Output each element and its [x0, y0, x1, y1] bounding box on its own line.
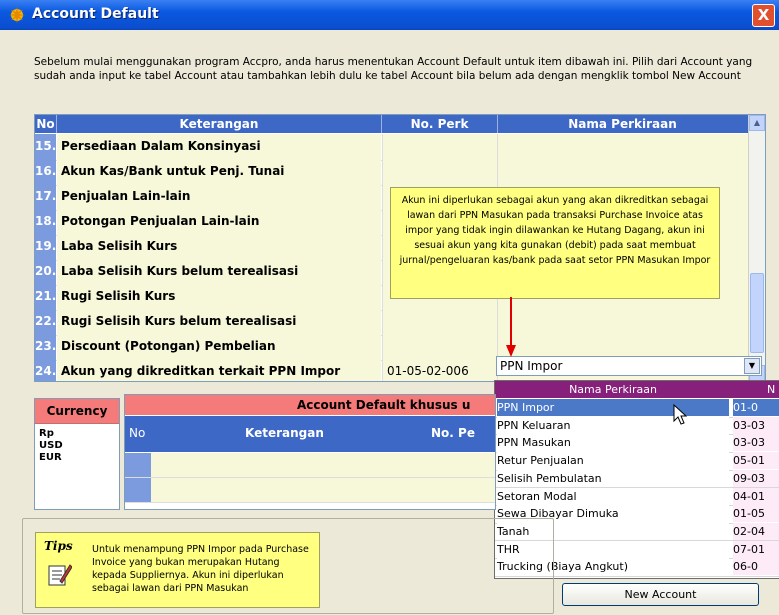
notepad-icon [48, 564, 72, 586]
row-keterangan[interactable]: Persediaan Dalam Konsinyasi [57, 134, 381, 160]
row-keterangan[interactable]: Laba Selisih Kurs [57, 234, 381, 260]
title-bar[interactable]: Account Default X [0, 0, 779, 30]
row-keterangan[interactable]: Discount (Potongan) Pembelian [57, 334, 381, 360]
cg-col-no-perk[interactable]: No. Pe [431, 426, 475, 440]
option-no[interactable]: 03-03 [733, 416, 779, 434]
row-keterangan[interactable]: Potongan Penjualan Lain-lain [57, 209, 381, 235]
option-nama[interactable]: Selisih Pembulatan [497, 469, 729, 487]
window-title: Account Default [32, 6, 159, 22]
combo-value[interactable]: PPN Impor [500, 359, 562, 373]
row-keterangan[interactable]: Akun Kas/Bank untuk Penj. Tunai [57, 159, 381, 185]
option-nama[interactable]: Retur Penjualan [497, 452, 729, 470]
row-nama-perkiraan[interactable] [497, 134, 753, 160]
table-row[interactable] [125, 453, 495, 478]
row-number: 18. [35, 209, 56, 235]
row-keterangan[interactable]: Rugi Selisih Kurs [57, 284, 381, 310]
dropdown-option[interactable]: Setoran Modal 04-01 [495, 487, 779, 507]
cg-col-no[interactable]: No [129, 426, 145, 440]
help-tooltip: Akun ini diperlukan sebagai akun yang ak… [390, 187, 720, 299]
currency-item[interactable]: Rp [35, 428, 119, 440]
row-no-perk[interactable] [382, 134, 502, 160]
dropdown-option[interactable]: Selisih Pembulatan 09-03 [495, 469, 779, 489]
row-no-perk[interactable]: 01-05-02-006 [382, 359, 502, 381]
currency-account-grid: Account Default khusus u No Keterangan N… [124, 394, 496, 510]
tips-text: Untuk menampung PPN Impor pada Purchase … [92, 544, 309, 594]
row-number: 22. [35, 309, 56, 335]
intro-text: Sebelum mulai menggunakan program Accpro… [34, 56, 753, 82]
option-no[interactable]: 07-01 [733, 540, 779, 558]
option-no[interactable]: 01-0 [733, 399, 779, 416]
new-account-button[interactable]: New Account [562, 583, 759, 606]
tips-title: Tips [44, 539, 73, 553]
currency-grid-title: Account Default khusus u [125, 395, 495, 415]
close-button[interactable]: X [752, 4, 775, 27]
currency-items: Rp USD EUR [35, 428, 119, 464]
app-icon [9, 7, 25, 23]
row-keterangan[interactable]: Rugi Selisih Kurs belum terealisasi [57, 309, 381, 335]
row-number: 19. [35, 234, 56, 260]
option-no[interactable]: 04-01 [733, 487, 779, 505]
col-nama-perkiraan-header[interactable]: Nama Perkiraan [497, 115, 749, 133]
row-keterangan[interactable]: Penjualan Lain-lain [57, 184, 381, 210]
table-row[interactable]: 22. Rugi Selisih Kurs belum terealisasi [35, 309, 753, 336]
row-number: 17. [35, 184, 56, 210]
option-no[interactable]: 02-04 [733, 522, 779, 540]
table-row[interactable]: 15. Persediaan Dalam Konsinyasi [35, 134, 753, 161]
mouse-cursor-icon [673, 404, 687, 425]
row-no-perk[interactable] [382, 159, 502, 185]
scroll-thumb[interactable] [750, 273, 764, 353]
option-no[interactable]: 03-03 [733, 434, 779, 452]
row-number: 16. [35, 159, 56, 185]
option-nama[interactable]: PPN Masukan [497, 434, 729, 452]
row-keterangan[interactable]: Akun yang dikreditkan terkait PPN Impor [57, 359, 381, 381]
row-number: 24. [35, 359, 56, 381]
scroll-up-icon[interactable]: ▲ [749, 115, 765, 131]
dropdown-option[interactable]: PPN Impor 01-0 [495, 399, 779, 418]
currency-list: Currency Rp USD EUR [34, 398, 120, 510]
dropdown-col-nama: Nama Perkiraan [569, 383, 657, 396]
option-no[interactable]: 09-03 [733, 469, 779, 487]
option-nama[interactable]: PPN Impor [497, 399, 729, 416]
row-number: 15. [35, 134, 56, 160]
row-number: 23. [35, 334, 56, 360]
tips-box: Tips Untuk menampung PPN Impor pada Purc… [35, 532, 320, 608]
dropdown-option[interactable]: PPN Keluaran 03-03 [495, 416, 779, 436]
row-no-perk[interactable] [382, 309, 502, 335]
dropdown-option[interactable]: Retur Penjualan 05-01 [495, 452, 779, 471]
table-row[interactable]: 16. Akun Kas/Bank untuk Penj. Tunai [35, 159, 753, 186]
currency-item[interactable]: USD [35, 440, 119, 452]
dropdown-col-no: N [767, 383, 776, 396]
option-no[interactable]: 01-05 [733, 505, 779, 523]
row-nama-perkiraan[interactable] [497, 309, 753, 335]
col-no-header[interactable]: No [35, 115, 57, 133]
table-row[interactable] [125, 478, 495, 503]
col-no-perk-header[interactable]: No. Perk [382, 115, 498, 133]
cg-col-keterangan[interactable]: Keterangan [245, 426, 324, 440]
row-number: 20. [35, 259, 56, 285]
row-keterangan[interactable]: Laba Selisih Kurs belum terealisasi [57, 259, 381, 285]
vertical-scrollbar[interactable]: ▲ ▼ [748, 115, 765, 381]
option-no[interactable]: 06-0 [733, 558, 779, 576]
option-nama[interactable]: PPN Keluaran [497, 416, 729, 434]
row-number-cell [125, 453, 151, 477]
currency-item[interactable]: EUR [35, 452, 119, 464]
row-no-perk[interactable] [382, 334, 502, 360]
dropdown-option[interactable]: PPN Masukan 03-03 [495, 434, 779, 453]
currency-grid-title-text: Account Default khusus u [297, 398, 471, 412]
dropdown-arrow-icon[interactable]: ▼ [744, 358, 760, 374]
row-number-cell [125, 478, 151, 502]
grid-header: No Keterangan No. Perk Nama Perkiraan [35, 115, 765, 133]
row-number: 21. [35, 284, 56, 310]
option-no[interactable]: 05-01 [733, 452, 779, 470]
row-nama-perkiraan[interactable] [497, 159, 753, 185]
nama-perkiraan-combo[interactable]: PPN Impor ▼ [496, 356, 762, 376]
currency-header: Currency [35, 399, 119, 424]
option-nama[interactable]: Setoran Modal [497, 487, 729, 505]
dropdown-header: Nama Perkiraan N [495, 381, 779, 398]
col-keterangan-header[interactable]: Keterangan [57, 115, 382, 133]
currency-grid-header: No Keterangan No. Pe [125, 416, 495, 452]
pointer-arrow-icon [506, 297, 516, 357]
tooltip-text: Akun ini diperlukan sebagai akun yang ak… [399, 195, 711, 266]
